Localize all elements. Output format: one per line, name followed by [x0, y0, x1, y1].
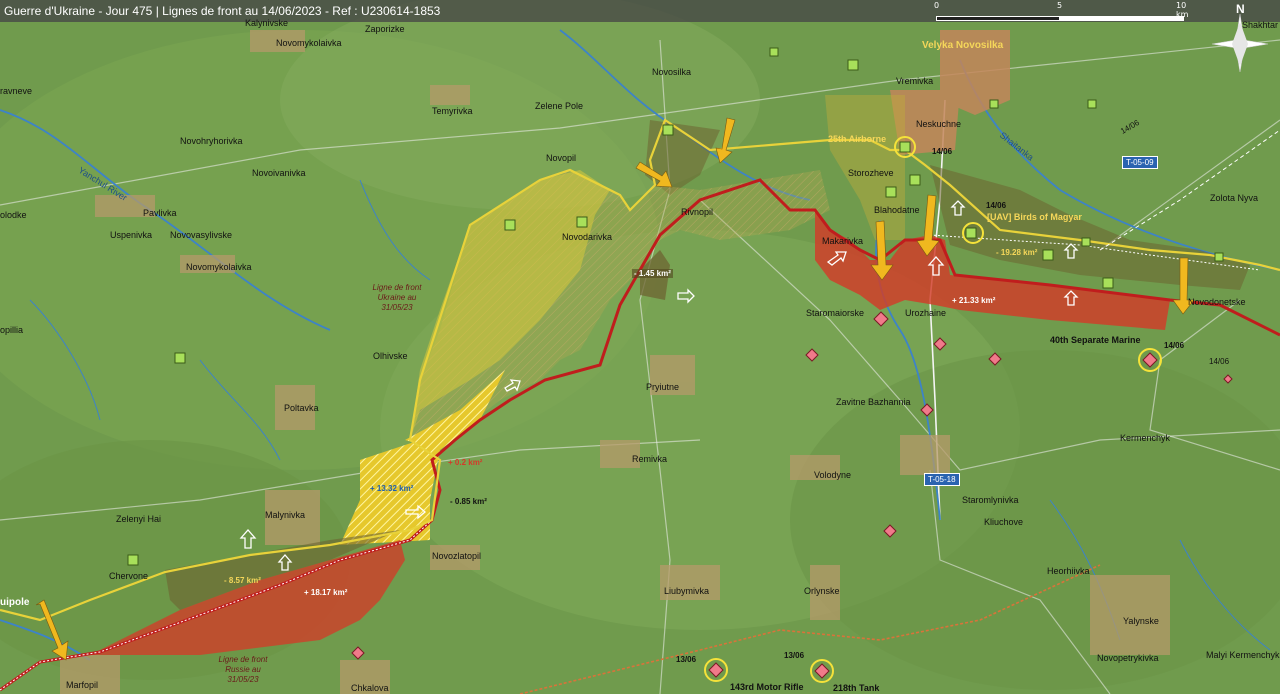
map-canvas[interactable]: Guerre d'Ukraine - Jour 475 | Lignes de … — [0, 0, 1280, 694]
unit-label: 25th Airborne — [828, 134, 887, 144]
ukraine-line-annotation: Ligne de front Ukraine au 31/05/23 — [362, 283, 432, 313]
place-label: Novovasylivske — [170, 230, 233, 240]
unit-label: 143rd Motor Rifle — [730, 682, 804, 692]
place-label: Yalynske — [1123, 616, 1159, 626]
place-label: Novodarivka — [562, 232, 613, 242]
place-label: Neskuchne — [916, 119, 962, 129]
place-label: Novoivanivka — [252, 168, 306, 178]
place-label: Makarivka — [822, 236, 864, 246]
place-label: Vremivka — [896, 76, 934, 86]
scale-label-10: 10 km — [1176, 1, 1189, 19]
map-title: Guerre d'Ukraine - Jour 475 | Lignes de … — [4, 4, 441, 18]
place-label: Chkalova — [351, 683, 389, 693]
area-change-label: - 1.45 km² — [632, 269, 673, 278]
road-label-t0518: T-05-18 — [924, 473, 960, 486]
place-label: Novodonetske — [1188, 297, 1246, 307]
area-change-label: + 0.2 km² — [448, 458, 483, 467]
scale-segment — [936, 16, 1060, 21]
date-label: 13/06 — [784, 651, 805, 660]
place-label: opillia — [0, 325, 24, 335]
place-label: Poltavka — [284, 403, 319, 413]
scale-label-0: 0 — [934, 1, 940, 10]
place-label: Pryiutne — [646, 382, 680, 392]
place-label: Storozheve — [848, 168, 894, 178]
place-label: Olhivske — [373, 351, 408, 361]
place-label: Staromlynivka — [962, 495, 1019, 505]
place-label: Zelene Pole — [535, 101, 584, 111]
place-label: Heorhiivka — [1047, 566, 1090, 576]
place-label: Novomykolaivka — [186, 262, 252, 272]
place-label: Marfopil — [66, 680, 99, 690]
place-label: Kermenchyk — [1120, 433, 1171, 443]
area-change-label: - 8.57 km² — [224, 576, 261, 585]
place-label: Malynivka — [265, 510, 306, 520]
annotation-line: Russie au — [225, 665, 261, 674]
place-label: Zolota Nyva — [1210, 193, 1259, 203]
road-label-t0509: T-05-09 — [1122, 156, 1158, 169]
place-label-major: Velyka Novosilka — [922, 40, 1004, 51]
russia-line-annotation: Ligne de front Russie au 31/05/23 — [208, 655, 278, 685]
date-label: 14/06 — [932, 147, 953, 156]
place-label: Zavitne Bazhannia — [836, 397, 911, 407]
area-change-label: - 0.85 km² — [450, 497, 487, 506]
place-label: olodke — [0, 210, 27, 220]
place-label: Novozlatopil — [432, 551, 482, 561]
annotation-line: Ligne de front — [372, 283, 422, 292]
place-label: Remivka — [632, 454, 668, 464]
place-label: Shakhtar — [1242, 20, 1279, 30]
place-label: Novomykolaivka — [276, 38, 342, 48]
place-label: Novosilka — [652, 67, 692, 77]
area-change-label: + 21.33 km² — [952, 296, 996, 305]
place-label: Uspenivka — [110, 230, 153, 240]
date-label: 14/06 — [1164, 341, 1185, 350]
place-label: Temyrivka — [432, 106, 473, 116]
place-label: Chervone — [109, 571, 149, 581]
place-label: Urozhaine — [905, 308, 947, 318]
map-svg[interactable] — [0, 0, 1280, 694]
place-label: Malyi Kermenchyk — [1206, 650, 1280, 660]
place-label: Liubymivka — [664, 586, 710, 596]
annotation-line: Ukraine au — [377, 293, 417, 302]
area-change-label: + 18.17 km² — [304, 588, 348, 597]
place-label: Staromaiorske — [806, 308, 865, 318]
place-label: ravneve — [0, 86, 33, 96]
unit-label: [UAV] Birds of Magyar — [987, 212, 1082, 222]
place-label: Zelenyi Hai — [116, 514, 162, 524]
place-label: Kliuchove — [984, 517, 1024, 527]
annotation-line: 31/05/23 — [381, 303, 413, 312]
place-label: Zaporizke — [365, 24, 405, 34]
scale-bar: 0 5 10 km — [934, 1, 1189, 21]
place-label: Volodyne — [814, 470, 852, 480]
place-label: Rivnopil — [681, 207, 714, 217]
area-change-label: + 13.32 km² — [370, 484, 414, 493]
annotation-line: Ligne de front — [218, 655, 268, 664]
north-compass-icon: N — [1210, 2, 1270, 73]
date-label: 14/06 — [986, 201, 1007, 210]
place-label: Novohryhorivka — [180, 136, 243, 146]
place-label: Novopetrykivka — [1097, 653, 1159, 663]
place-label: Pavlivka — [143, 208, 177, 218]
scale-label-5: 5 — [1057, 1, 1063, 10]
place-label: Novopil — [546, 153, 577, 163]
scale-segment — [1060, 16, 1184, 21]
area-change-label: - 19.28 km² — [996, 248, 1038, 257]
unit-label: 218th Tank — [833, 683, 880, 693]
date-label: 14/06 — [1209, 357, 1230, 366]
place-label: uipole — [0, 597, 30, 608]
annotation-line: 31/05/23 — [227, 675, 259, 684]
place-label: Orlynske — [804, 586, 840, 596]
place-label: Blahodatne — [874, 205, 920, 215]
unit-label: 40th Separate Marine — [1050, 335, 1141, 345]
compass-north-label: N — [1236, 2, 1245, 16]
date-label: 13/06 — [676, 655, 697, 664]
place-label: Kalynivske — [245, 18, 289, 28]
